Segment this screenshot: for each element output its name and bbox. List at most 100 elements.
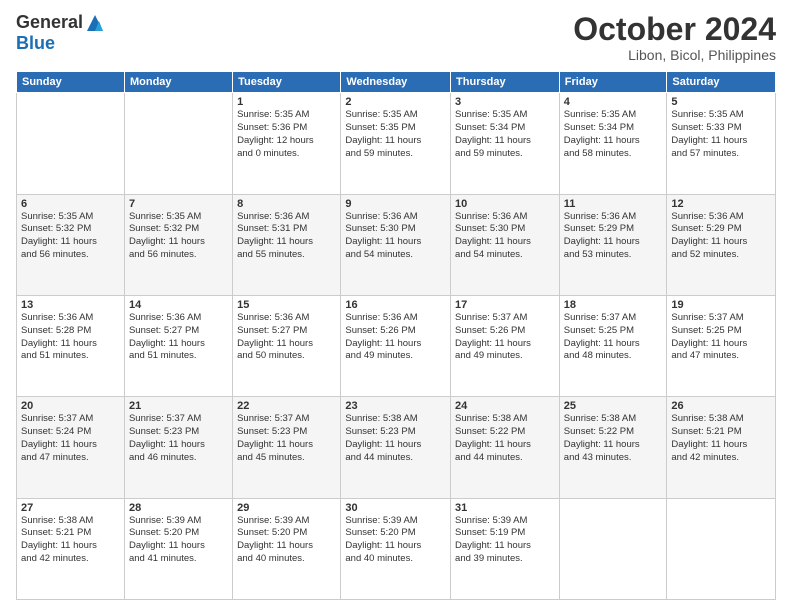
logo-general: General	[16, 12, 83, 33]
calendar-cell: 30Sunrise: 5:39 AMSunset: 5:20 PMDayligh…	[341, 498, 451, 599]
day-number: 4	[564, 96, 663, 108]
calendar-cell: 15Sunrise: 5:36 AMSunset: 5:27 PMDayligh…	[233, 295, 341, 396]
calendar-cell: 12Sunrise: 5:36 AMSunset: 5:29 PMDayligh…	[667, 194, 776, 295]
cell-content: Sunrise: 5:38 AMSunset: 5:21 PMDaylight:…	[671, 413, 771, 464]
calendar-cell: 24Sunrise: 5:38 AMSunset: 5:22 PMDayligh…	[451, 397, 560, 498]
cell-content: Sunrise: 5:35 AMSunset: 5:34 PMDaylight:…	[564, 109, 663, 160]
month-title: October 2024	[573, 12, 776, 47]
week-row-4: 20Sunrise: 5:37 AMSunset: 5:24 PMDayligh…	[17, 397, 776, 498]
cell-content: Sunrise: 5:36 AMSunset: 5:28 PMDaylight:…	[21, 312, 120, 363]
day-number: 8	[237, 198, 336, 210]
calendar-cell: 11Sunrise: 5:36 AMSunset: 5:29 PMDayligh…	[559, 194, 667, 295]
logo: General Blue	[16, 12, 105, 54]
calendar-cell: 31Sunrise: 5:39 AMSunset: 5:19 PMDayligh…	[451, 498, 560, 599]
weekday-header-friday: Friday	[559, 72, 667, 93]
calendar-cell	[124, 93, 232, 194]
weekday-header-sunday: Sunday	[17, 72, 125, 93]
calendar-cell: 1Sunrise: 5:35 AMSunset: 5:36 PMDaylight…	[233, 93, 341, 194]
day-number: 21	[129, 400, 228, 412]
calendar-cell	[559, 498, 667, 599]
day-number: 24	[455, 400, 555, 412]
day-number: 2	[345, 96, 446, 108]
logo-blue: Blue	[16, 33, 55, 54]
day-number: 30	[345, 502, 446, 514]
cell-content: Sunrise: 5:39 AMSunset: 5:20 PMDaylight:…	[345, 515, 446, 566]
calendar-cell: 7Sunrise: 5:35 AMSunset: 5:32 PMDaylight…	[124, 194, 232, 295]
day-number: 26	[671, 400, 771, 412]
day-number: 7	[129, 198, 228, 210]
day-number: 16	[345, 299, 446, 311]
cell-content: Sunrise: 5:35 AMSunset: 5:36 PMDaylight:…	[237, 109, 336, 160]
calendar-cell: 16Sunrise: 5:36 AMSunset: 5:26 PMDayligh…	[341, 295, 451, 396]
calendar-cell: 13Sunrise: 5:36 AMSunset: 5:28 PMDayligh…	[17, 295, 125, 396]
day-number: 31	[455, 502, 555, 514]
calendar-cell: 21Sunrise: 5:37 AMSunset: 5:23 PMDayligh…	[124, 397, 232, 498]
calendar-cell: 20Sunrise: 5:37 AMSunset: 5:24 PMDayligh…	[17, 397, 125, 498]
day-number: 11	[564, 198, 663, 210]
calendar-cell: 19Sunrise: 5:37 AMSunset: 5:25 PMDayligh…	[667, 295, 776, 396]
calendar-cell: 22Sunrise: 5:37 AMSunset: 5:23 PMDayligh…	[233, 397, 341, 498]
calendar-cell	[17, 93, 125, 194]
calendar-cell: 28Sunrise: 5:39 AMSunset: 5:20 PMDayligh…	[124, 498, 232, 599]
week-row-1: 1Sunrise: 5:35 AMSunset: 5:36 PMDaylight…	[17, 93, 776, 194]
cell-content: Sunrise: 5:39 AMSunset: 5:20 PMDaylight:…	[129, 515, 228, 566]
cell-content: Sunrise: 5:37 AMSunset: 5:25 PMDaylight:…	[564, 312, 663, 363]
day-number: 6	[21, 198, 120, 210]
day-number: 28	[129, 502, 228, 514]
calendar-cell: 27Sunrise: 5:38 AMSunset: 5:21 PMDayligh…	[17, 498, 125, 599]
cell-content: Sunrise: 5:35 AMSunset: 5:34 PMDaylight:…	[455, 109, 555, 160]
weekday-header-thursday: Thursday	[451, 72, 560, 93]
title-block: October 2024 Libon, Bicol, Philippines	[573, 12, 776, 63]
calendar-cell: 3Sunrise: 5:35 AMSunset: 5:34 PMDaylight…	[451, 93, 560, 194]
week-row-3: 13Sunrise: 5:36 AMSunset: 5:28 PMDayligh…	[17, 295, 776, 396]
calendar-cell: 23Sunrise: 5:38 AMSunset: 5:23 PMDayligh…	[341, 397, 451, 498]
cell-content: Sunrise: 5:39 AMSunset: 5:19 PMDaylight:…	[455, 515, 555, 566]
week-row-2: 6Sunrise: 5:35 AMSunset: 5:32 PMDaylight…	[17, 194, 776, 295]
cell-content: Sunrise: 5:36 AMSunset: 5:27 PMDaylight:…	[129, 312, 228, 363]
day-number: 13	[21, 299, 120, 311]
calendar-cell: 26Sunrise: 5:38 AMSunset: 5:21 PMDayligh…	[667, 397, 776, 498]
calendar-cell: 8Sunrise: 5:36 AMSunset: 5:31 PMDaylight…	[233, 194, 341, 295]
calendar-table: SundayMondayTuesdayWednesdayThursdayFrid…	[16, 71, 776, 600]
calendar-cell: 29Sunrise: 5:39 AMSunset: 5:20 PMDayligh…	[233, 498, 341, 599]
day-number: 20	[21, 400, 120, 412]
cell-content: Sunrise: 5:35 AMSunset: 5:33 PMDaylight:…	[671, 109, 771, 160]
day-number: 9	[345, 198, 446, 210]
day-number: 18	[564, 299, 663, 311]
calendar-cell: 14Sunrise: 5:36 AMSunset: 5:27 PMDayligh…	[124, 295, 232, 396]
day-number: 17	[455, 299, 555, 311]
cell-content: Sunrise: 5:39 AMSunset: 5:20 PMDaylight:…	[237, 515, 336, 566]
day-number: 23	[345, 400, 446, 412]
day-number: 19	[671, 299, 771, 311]
weekday-header-monday: Monday	[124, 72, 232, 93]
calendar-cell: 9Sunrise: 5:36 AMSunset: 5:30 PMDaylight…	[341, 194, 451, 295]
calendar-cell: 2Sunrise: 5:35 AMSunset: 5:35 PMDaylight…	[341, 93, 451, 194]
calendar-cell: 25Sunrise: 5:38 AMSunset: 5:22 PMDayligh…	[559, 397, 667, 498]
cell-content: Sunrise: 5:38 AMSunset: 5:22 PMDaylight:…	[455, 413, 555, 464]
cell-content: Sunrise: 5:35 AMSunset: 5:32 PMDaylight:…	[21, 211, 120, 262]
cell-content: Sunrise: 5:36 AMSunset: 5:29 PMDaylight:…	[671, 211, 771, 262]
cell-content: Sunrise: 5:35 AMSunset: 5:35 PMDaylight:…	[345, 109, 446, 160]
cell-content: Sunrise: 5:38 AMSunset: 5:22 PMDaylight:…	[564, 413, 663, 464]
calendar-cell	[667, 498, 776, 599]
cell-content: Sunrise: 5:37 AMSunset: 5:23 PMDaylight:…	[129, 413, 228, 464]
day-number: 10	[455, 198, 555, 210]
day-number: 29	[237, 502, 336, 514]
day-number: 5	[671, 96, 771, 108]
cell-content: Sunrise: 5:36 AMSunset: 5:30 PMDaylight:…	[455, 211, 555, 262]
day-number: 25	[564, 400, 663, 412]
cell-content: Sunrise: 5:36 AMSunset: 5:31 PMDaylight:…	[237, 211, 336, 262]
cell-content: Sunrise: 5:38 AMSunset: 5:23 PMDaylight:…	[345, 413, 446, 464]
location: Libon, Bicol, Philippines	[573, 47, 776, 63]
logo-icon	[85, 13, 105, 33]
calendar-cell: 6Sunrise: 5:35 AMSunset: 5:32 PMDaylight…	[17, 194, 125, 295]
cell-content: Sunrise: 5:37 AMSunset: 5:23 PMDaylight:…	[237, 413, 336, 464]
calendar-cell: 4Sunrise: 5:35 AMSunset: 5:34 PMDaylight…	[559, 93, 667, 194]
page: General Blue October 2024 Libon, Bicol, …	[0, 0, 792, 612]
day-number: 1	[237, 96, 336, 108]
cell-content: Sunrise: 5:36 AMSunset: 5:29 PMDaylight:…	[564, 211, 663, 262]
day-number: 15	[237, 299, 336, 311]
day-number: 12	[671, 198, 771, 210]
weekday-header-wednesday: Wednesday	[341, 72, 451, 93]
weekday-header-saturday: Saturday	[667, 72, 776, 93]
